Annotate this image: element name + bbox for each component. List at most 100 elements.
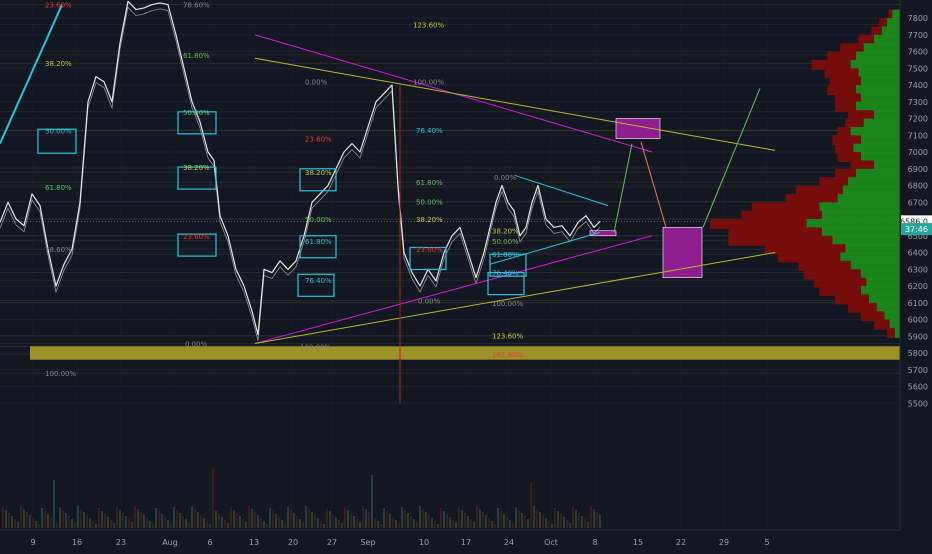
time-tick-label: 5	[764, 538, 769, 547]
volume-bar	[101, 511, 103, 528]
support-zone[interactable]	[30, 346, 900, 360]
price-tick-label: 5900	[908, 332, 928, 341]
volume-bar	[125, 516, 127, 528]
fib-level-label: 50.00%	[183, 109, 210, 117]
fib-level-label: 76.40%	[492, 270, 519, 278]
price-tick-label: 6200	[908, 282, 928, 291]
volume-bar	[398, 523, 400, 528]
fib-level-label: 38.20%	[416, 216, 443, 224]
volume-bar	[218, 514, 220, 528]
volume-bar	[8, 513, 10, 528]
volume-bar	[434, 521, 436, 528]
volume-bar	[77, 506, 79, 528]
volume-bar	[371, 475, 373, 528]
volume-bar	[98, 508, 100, 528]
volume-bar	[473, 522, 475, 528]
fib-level-label: 61.80%	[305, 238, 332, 246]
volume-bar	[320, 521, 322, 528]
fib-level-label: 38.20%	[183, 164, 210, 172]
volume-bar	[242, 519, 244, 528]
time-tick-label: 6	[207, 538, 212, 547]
fib-level-label: 100.00%	[45, 370, 76, 378]
time-tick-label: Oct	[544, 538, 558, 547]
price-tick-label: 5700	[908, 366, 928, 375]
volume-bar	[116, 507, 118, 528]
price-axis[interactable]: 7800 7700 7600 7500 7400 7300 7200 7100 7000 6900…	[899, 0, 932, 550]
volume-bar	[20, 506, 22, 528]
volume-bar	[419, 506, 421, 528]
volume-bar	[140, 512, 142, 528]
volume-bar	[527, 519, 529, 528]
volume-bar	[224, 520, 226, 528]
volume-profile-down	[887, 327, 895, 338]
volume-bar	[278, 517, 280, 528]
volume-bar	[392, 517, 394, 528]
fib-level-label: 0.00%	[418, 298, 441, 306]
price-tick-label: 6100	[908, 299, 928, 308]
volume-bar	[41, 508, 43, 528]
volume-bar	[239, 516, 241, 528]
fib-level-label: 23.60%	[183, 233, 210, 241]
volume-bar	[506, 517, 508, 528]
volume-bar	[536, 509, 538, 528]
volume-bar	[311, 512, 313, 528]
volume-bar	[386, 511, 388, 528]
volume-bar	[185, 519, 187, 528]
volume-bar	[260, 518, 262, 528]
volume-bar	[449, 517, 451, 528]
volume-bar	[341, 523, 343, 528]
volume-bar	[470, 519, 472, 528]
volume-bar	[263, 521, 265, 528]
fib-level-label: 78.60%	[183, 2, 210, 10]
volume-bar	[176, 510, 178, 528]
fib-level-label: 50.00%	[305, 216, 332, 224]
volume-bar	[35, 521, 37, 528]
fib-level-label: 123.60%	[492, 332, 523, 340]
volume-bar	[119, 510, 121, 528]
volume-bar	[593, 509, 595, 528]
volume-bar	[356, 519, 358, 528]
fib-level-label: 0.00%	[305, 79, 328, 87]
price-tick-label: 6000	[908, 316, 928, 325]
volume-bar	[86, 515, 88, 528]
fib-level-label: 61.80%	[492, 251, 519, 259]
volume-bar	[404, 510, 406, 528]
volume-bar	[326, 508, 328, 528]
volume-bar	[287, 507, 289, 528]
volume-bar	[200, 515, 202, 528]
volume-bar	[2, 507, 4, 528]
volume-bar	[164, 517, 166, 528]
volume-bar	[365, 509, 367, 528]
volume-bar	[581, 516, 583, 528]
volume-bar	[269, 508, 271, 528]
fib-level-label: 100.00%	[300, 344, 331, 352]
fib-level-label: 50.00%	[416, 198, 443, 206]
price-tick-label: 6300	[908, 265, 928, 274]
volume-bar	[401, 507, 403, 528]
volume-bar	[359, 522, 361, 528]
volume-bar	[596, 512, 598, 528]
volume-bar	[107, 517, 109, 528]
price-tick-label: 7200	[908, 115, 928, 124]
volume-bar	[74, 522, 76, 528]
volume-bar	[509, 520, 511, 528]
volume-bar	[209, 524, 211, 528]
target-box-lower[interactable]	[662, 227, 703, 278]
volume-bar	[590, 506, 592, 528]
volume-bar	[461, 510, 463, 528]
volume-bar	[569, 523, 571, 528]
volume-bar	[110, 520, 112, 528]
price-chart[interactable]: 23.60% 38.20% 50.00% 61.80% 78.60% 100.00% 78.…	[0, 0, 932, 550]
volume-bar	[137, 509, 139, 528]
volume-bar	[272, 511, 274, 528]
volume-bar	[146, 518, 148, 528]
time-tick-label: Sep	[360, 538, 375, 547]
volume-bar	[83, 512, 85, 528]
price-tick-label: 7500	[908, 64, 928, 73]
volume-bar	[425, 512, 427, 528]
chart-canvas[interactable]: 23.60%38.20%50.00%61.80%78.60%100.00%78.…	[0, 0, 932, 550]
volume-bar	[92, 521, 94, 528]
volume-bar	[530, 482, 532, 528]
volume-bar	[56, 523, 58, 528]
volume-bar	[5, 510, 7, 528]
